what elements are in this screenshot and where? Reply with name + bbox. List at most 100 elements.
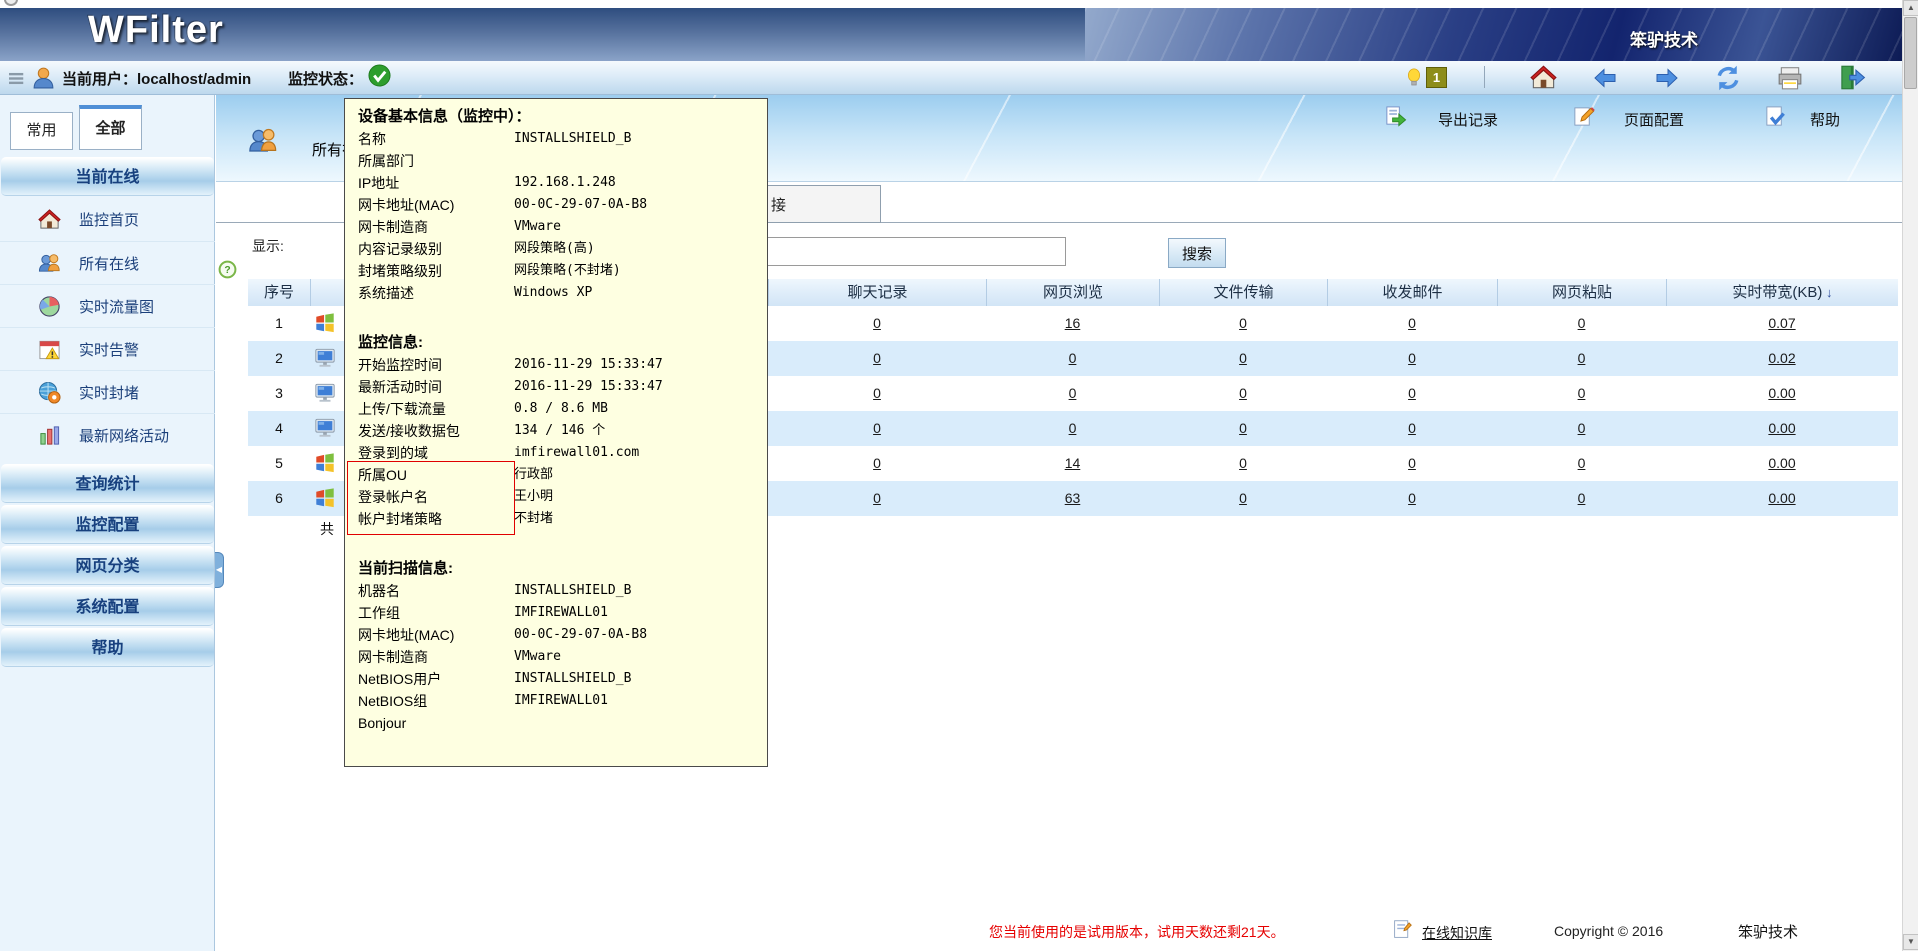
value-cell: 0.00 <box>1666 481 1898 516</box>
print-icon[interactable] <box>1776 65 1804 91</box>
alert-count-badge[interactable]: 1 <box>1426 67 1447 88</box>
value-link[interactable]: 0 <box>1408 420 1416 436</box>
value-link[interactable]: 0.00 <box>1768 490 1795 506</box>
value-link[interactable]: 0 <box>873 385 881 401</box>
help-button[interactable]: 帮助 <box>1810 109 1840 130</box>
sidebar-tab-all[interactable]: 全部 <box>79 105 142 150</box>
tooltip-value: 2016-11-29 15:33:47 <box>514 354 663 376</box>
pie-icon <box>38 295 61 318</box>
column-header-网页粘贴[interactable]: 网页粘贴 <box>1497 279 1666 306</box>
value-cell: 0 <box>1159 481 1327 516</box>
tooltip-value: IMFIREWALL01 <box>514 602 608 624</box>
sidebar-section-当前在线[interactable]: 当前在线 <box>1 157 214 196</box>
value-link[interactable]: 0 <box>873 490 881 506</box>
refresh-icon[interactable] <box>1714 64 1742 92</box>
value-link[interactable]: 0 <box>1239 315 1247 331</box>
value-link[interactable]: 0 <box>1239 455 1247 471</box>
page-config-button[interactable]: 页面配置 <box>1624 109 1684 130</box>
column-header-收发邮件[interactable]: 收发邮件 <box>1327 279 1497 306</box>
value-link[interactable]: 0.00 <box>1768 385 1795 401</box>
value-link[interactable]: 0 <box>873 350 881 366</box>
menu-icon[interactable] <box>9 69 28 88</box>
value-link[interactable]: 0 <box>1408 315 1416 331</box>
knowledge-base-icon[interactable] <box>1392 919 1413 940</box>
column-header-序号[interactable]: 序号 <box>248 279 310 306</box>
display-help-icon[interactable]: ? <box>218 260 237 279</box>
vertical-scrollbar[interactable]: ▲ ▼ <box>1902 0 1918 951</box>
bulb-icon[interactable] <box>1405 65 1423 90</box>
back-icon[interactable] <box>1592 66 1618 90</box>
value-link[interactable]: 0 <box>1578 315 1586 331</box>
value-link[interactable]: 0 <box>1239 350 1247 366</box>
value-link[interactable]: 63 <box>1065 490 1081 506</box>
content-tab-label: 接 <box>771 194 786 215</box>
value-cell: 0 <box>1327 446 1497 481</box>
sidebar-item-最新网络活动[interactable]: 最新网络活动 <box>0 413 215 456</box>
value-link[interactable]: 0.00 <box>1768 420 1795 436</box>
status-ok-icon <box>368 64 391 87</box>
column-header-文件传输[interactable]: 文件传输 <box>1159 279 1327 306</box>
sidebar-item-实时封堵[interactable]: 实时封堵 <box>0 370 215 413</box>
sidebar-item-实时流量图[interactable]: 实时流量图 <box>0 284 215 327</box>
value-link[interactable]: 0 <box>1578 350 1586 366</box>
sidebar-section-监控配置[interactable]: 监控配置 <box>1 505 214 544</box>
tooltip-value: imfirewall01.com <box>514 442 639 464</box>
logout-icon[interactable] <box>1838 64 1866 91</box>
sidebar-section-帮助[interactable]: 帮助 <box>1 628 214 667</box>
value-cell: 0.00 <box>1666 376 1898 411</box>
sidebar-item-实时告警[interactable]: 实时告警 <box>0 327 215 370</box>
value-link[interactable]: 0 <box>1578 490 1586 506</box>
scroll-up-icon[interactable]: ▲ <box>1903 0 1918 16</box>
column-header-聊天记录[interactable]: 聊天记录 <box>768 279 986 306</box>
tooltip-section-title: 当前扫描信息: <box>358 558 767 580</box>
export-records-icon[interactable] <box>1384 105 1407 128</box>
value-link[interactable]: 0 <box>1239 385 1247 401</box>
value-cell: 0 <box>1327 411 1497 446</box>
search-button[interactable]: 搜索 <box>1168 238 1226 268</box>
tooltip-row-NetBIOS组: NetBIOS组IMFIREWALL01 <box>358 690 767 712</box>
sidebar-collapse-handle[interactable]: ◀ <box>215 552 224 588</box>
scrollbar-thumb[interactable] <box>1904 17 1917 89</box>
tooltip-label: NetBIOS组 <box>358 690 514 712</box>
value-link[interactable]: 0 <box>873 420 881 436</box>
sidebar-section-系统配置[interactable]: 系统配置 <box>1 587 214 626</box>
page-config-icon[interactable] <box>1572 105 1595 128</box>
help-icon[interactable] <box>1764 105 1787 128</box>
sidebar-item-监控首页[interactable]: 监控首页 <box>0 198 215 241</box>
monitor-icon <box>314 347 336 369</box>
sidebar-section-网页分类[interactable]: 网页分类 <box>1 546 214 585</box>
knowledge-base-link[interactable]: 在线知识库 <box>1422 923 1492 943</box>
value-link[interactable]: 0.00 <box>1768 455 1795 471</box>
scroll-down-icon[interactable]: ▼ <box>1903 934 1918 950</box>
sidebar-item-所有在线[interactable]: 所有在线 <box>0 241 215 284</box>
column-header-网页浏览[interactable]: 网页浏览 <box>986 279 1159 306</box>
value-link[interactable]: 16 <box>1065 315 1081 331</box>
footer-brand-text: 笨驴技术 <box>1738 921 1798 942</box>
column-header-实时带宽(KB)[interactable]: 实时带宽(KB) ↓ <box>1666 279 1898 306</box>
value-link[interactable]: 0 <box>1069 350 1077 366</box>
tooltip-label: 封堵策略级别 <box>358 260 514 282</box>
value-cell: 0 <box>1159 411 1327 446</box>
value-link[interactable]: 0.02 <box>1768 350 1795 366</box>
sidebar-section-查询统计[interactable]: 查询统计 <box>1 464 214 503</box>
value-link[interactable]: 0 <box>873 455 881 471</box>
value-link[interactable]: 0 <box>1239 490 1247 506</box>
value-link[interactable]: 0 <box>1408 455 1416 471</box>
value-link[interactable]: 0 <box>1408 490 1416 506</box>
value-link[interactable]: 0 <box>1069 385 1077 401</box>
forward-icon[interactable] <box>1654 66 1680 90</box>
export-records-button[interactable]: 导出记录 <box>1438 109 1498 130</box>
value-link[interactable]: 14 <box>1065 455 1081 471</box>
sidebar-tab-common[interactable]: 常用 <box>10 112 73 150</box>
value-link[interactable]: 0 <box>1408 350 1416 366</box>
value-link[interactable]: 0 <box>1408 385 1416 401</box>
value-link[interactable]: 0 <box>1239 420 1247 436</box>
value-link[interactable]: 0 <box>1578 385 1586 401</box>
value-link[interactable]: 0 <box>1578 420 1586 436</box>
value-link[interactable]: 0 <box>1578 455 1586 471</box>
value-link[interactable]: 0 <box>873 315 881 331</box>
home-icon[interactable] <box>1530 64 1557 91</box>
value-link[interactable]: 0 <box>1069 420 1077 436</box>
sidebar-item-label: 所有在线 <box>79 253 139 274</box>
value-link[interactable]: 0.07 <box>1768 315 1795 331</box>
